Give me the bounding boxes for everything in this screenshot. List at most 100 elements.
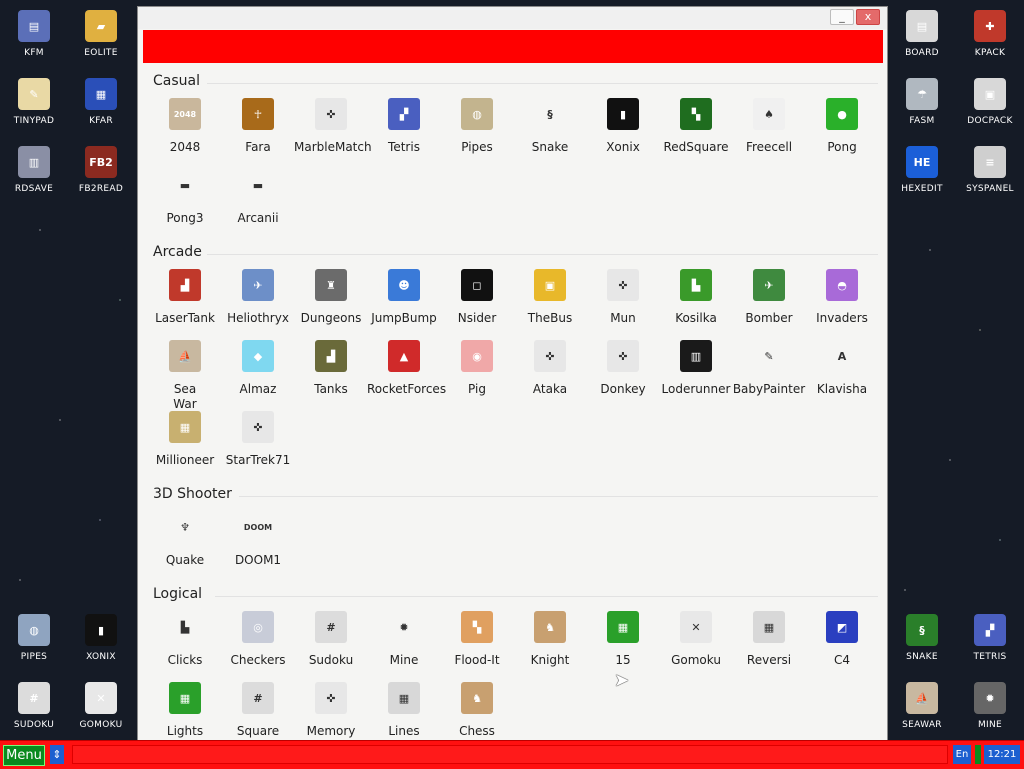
arrow-button[interactable]: ⇕: [50, 745, 64, 764]
desktop-icon-syspanel[interactable]: ≡ SYSPANEL: [957, 146, 1023, 194]
app-chess[interactable]: ♞ Chess: [440, 682, 514, 739]
app-thebus[interactable]: ▣ TheBus: [513, 269, 587, 326]
desktop-icon-snake[interactable]: § SNAKE: [889, 614, 955, 662]
app-mine[interactable]: ✹ Mine: [367, 611, 441, 668]
desktop-icon-hexedit[interactable]: HE HEXEDIT: [889, 146, 955, 194]
app-sea-war[interactable]: ⛵ Sea War: [148, 340, 222, 412]
app-gomoku[interactable]: ✕ Gomoku: [659, 611, 733, 668]
close-button[interactable]: x: [856, 9, 880, 25]
mine-icon: ✹: [974, 682, 1006, 714]
desktop-icon-pipes[interactable]: ◍ PIPES: [1, 614, 67, 662]
app-flood-it[interactable]: ▚ Flood-It: [440, 611, 514, 668]
app-label: Checkers: [230, 653, 286, 667]
app-tetris[interactable]: ▞ Tetris: [367, 98, 441, 155]
app-marblematch[interactable]: ✜ MarbleMatch: [294, 98, 372, 155]
desktop-icon-eolite[interactable]: ▰ EOLITE: [68, 10, 134, 58]
app-redsquare[interactable]: ▚ RedSquare: [659, 98, 733, 155]
desktop-icon-fasm[interactable]: ☂ FASM: [889, 78, 955, 126]
app-lights[interactable]: ▦ Lights: [148, 682, 222, 739]
app-knight[interactable]: ♞ Knight: [513, 611, 587, 668]
sudoku-icon: #: [315, 611, 347, 643]
app-snake[interactable]: § Snake: [513, 98, 587, 155]
app-label: Pong3: [166, 211, 204, 225]
app-15[interactable]: ▦ 15: [586, 611, 660, 668]
app-nsider[interactable]: ◻ Nsider: [440, 269, 514, 326]
app-startrek71[interactable]: ✜ StarTrek71: [221, 411, 295, 468]
app-c4[interactable]: ◩ C4: [805, 611, 879, 668]
app-dungeons[interactable]: ♜ Dungeons: [294, 269, 368, 326]
desktop-icon-label: FB2READ: [78, 184, 124, 194]
gamepad-icon: ✜: [607, 269, 639, 301]
desktop-icon-kfar[interactable]: ▦ KFAR: [68, 78, 134, 126]
app-label: Pig: [468, 382, 486, 396]
desktop-icon-mine[interactable]: ✹ MINE: [957, 682, 1023, 730]
desktop-icon-rdsave[interactable]: ▥ RDSAVE: [1, 146, 67, 194]
app-lasertank[interactable]: ▟ LaserTank: [148, 269, 222, 326]
window-titlebar[interactable]: _ x: [138, 7, 887, 29]
app-pong[interactable]: ● Pong: [805, 98, 879, 155]
section-divider: [215, 596, 878, 597]
app-bomber[interactable]: ✈ Bomber: [732, 269, 806, 326]
app-fara[interactable]: ☥ Fara: [221, 98, 295, 155]
app-ataka[interactable]: ✜ Ataka: [513, 340, 587, 397]
app-invaders[interactable]: ◓ Invaders: [805, 269, 879, 326]
desktop-icon-seawar[interactable]: ⛵ SEAWAR: [889, 682, 955, 730]
app-freecell[interactable]: ♠ Freecell: [732, 98, 806, 155]
app-mun[interactable]: ✜ Mun: [586, 269, 660, 326]
pig-icon: ◉: [461, 340, 493, 372]
app-label: Pong: [827, 140, 857, 154]
app-klavisha[interactable]: A Klavisha: [805, 340, 879, 397]
desktop-icon-xonix[interactable]: ▮ XONIX: [68, 614, 134, 662]
app-xonix[interactable]: ▮ Xonix: [586, 98, 660, 155]
rdsave-icon: ▥: [18, 146, 50, 178]
desktop-icon-tetris[interactable]: ▞ TETRIS: [957, 614, 1023, 662]
app-square[interactable]: # Square: [221, 682, 295, 739]
section-divider: [207, 254, 878, 255]
menu-button[interactable]: Menu: [3, 745, 45, 766]
desktop-icon-kpack[interactable]: ✚ KPACK: [957, 10, 1023, 58]
app-lines[interactable]: ▦ Lines: [367, 682, 441, 739]
board-icon: ▤: [906, 10, 938, 42]
docpack-icon: ▣: [974, 78, 1006, 110]
task-list-area[interactable]: [72, 745, 948, 764]
app-quake[interactable]: ♆ Quake: [148, 511, 222, 568]
app-label: Mun: [610, 311, 636, 325]
desktop-icon-kfm[interactable]: ▤ KFM: [1, 10, 67, 58]
app-tanks[interactable]: ▟ Tanks: [294, 340, 368, 397]
app-kosilka[interactable]: ▙ Kosilka: [659, 269, 733, 326]
language-indicator[interactable]: En: [953, 745, 971, 764]
desktop-icon-board[interactable]: ▤ BOARD: [889, 10, 955, 58]
xonix-icon: ▮: [85, 614, 117, 646]
snake-icon: §: [534, 98, 566, 130]
app-millioneer[interactable]: ▦ Millioneer: [148, 411, 222, 468]
app-rocketforces[interactable]: ▲ RocketForces: [367, 340, 446, 397]
diamond-icon: ◆: [242, 340, 274, 372]
app-pig[interactable]: ◉ Pig: [440, 340, 514, 397]
desktop-icon-tinypad[interactable]: ✎ TINYPAD: [1, 78, 67, 126]
app-memory[interactable]: ✜ Memory: [294, 682, 368, 739]
app-sudoku[interactable]: # Sudoku: [294, 611, 368, 668]
app-2048[interactable]: 2048 2048: [148, 98, 222, 155]
app-loderunner[interactable]: ▥ Loderunner: [659, 340, 733, 397]
app-clicks[interactable]: ▙ Clicks: [148, 611, 222, 668]
app-jumpbump[interactable]: ☻ JumpBump: [367, 269, 441, 326]
app-arcanii[interactable]: ▬ Arcanii: [221, 169, 295, 226]
tray-indicator: [975, 745, 981, 764]
redsquare-icon: ▚: [680, 98, 712, 130]
minimize-button[interactable]: _: [830, 9, 854, 25]
sudoku-icon: #: [18, 682, 50, 714]
app-almaz[interactable]: ◆ Almaz: [221, 340, 295, 397]
app-checkers[interactable]: ◎ Checkers: [221, 611, 295, 668]
app-babypainter[interactable]: ✎ BabyPainter: [732, 340, 806, 397]
app-donkey[interactable]: ✜ Donkey: [586, 340, 660, 397]
desktop-icon-label: SNAKE: [906, 652, 938, 662]
desktop-icon-fb2read[interactable]: FB2 FB2READ: [68, 146, 134, 194]
desktop-icon-gomoku[interactable]: ✕ GOMOKU: [68, 682, 134, 730]
app-reversi[interactable]: ▦ Reversi: [732, 611, 806, 668]
app-pong3[interactable]: ▬ Pong3: [148, 169, 222, 226]
app-doom1[interactable]: DOOM DOOM1: [221, 511, 295, 568]
desktop-icon-docpack[interactable]: ▣ DOCPACK: [957, 78, 1023, 126]
desktop-icon-sudoku[interactable]: # SUDOKU: [1, 682, 67, 730]
app-pipes[interactable]: ◍ Pipes: [440, 98, 514, 155]
app-heliothryx[interactable]: ✈ Heliothryx: [221, 269, 295, 326]
